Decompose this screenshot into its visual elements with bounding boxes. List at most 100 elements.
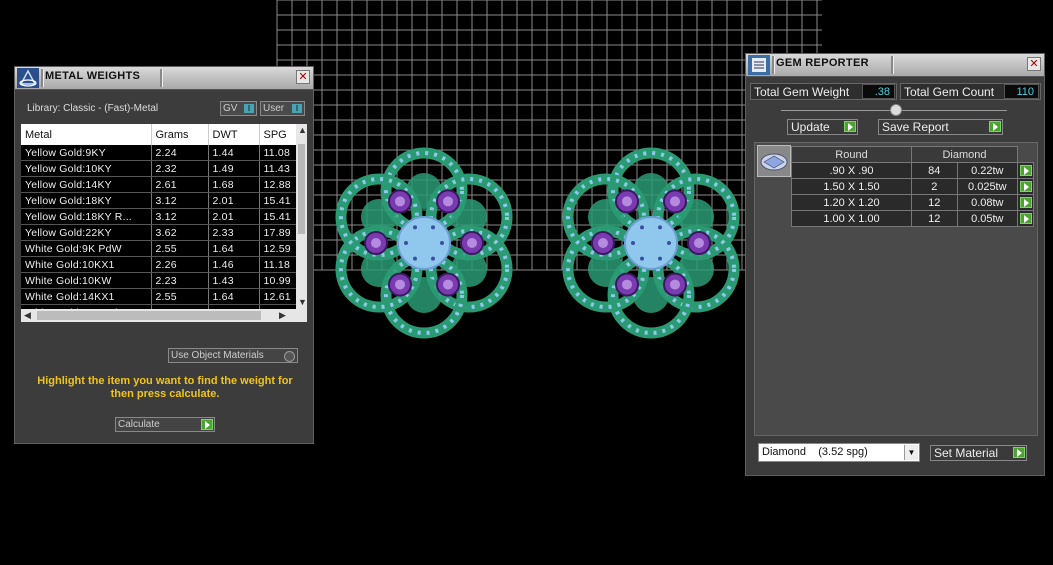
play-arrow-icon[interactable] bbox=[844, 121, 856, 132]
purple-gem-facet bbox=[443, 196, 453, 207]
gem-weight-cell: 0.025tw bbox=[956, 178, 1019, 195]
radio-icon[interactable] bbox=[284, 351, 295, 362]
title-separator bbox=[160, 69, 163, 87]
user-label: User bbox=[263, 103, 285, 114]
set-material-button[interactable]: Set Material bbox=[930, 445, 1027, 461]
gv-toggle[interactable]: GV I bbox=[220, 101, 257, 116]
gem-table-row[interactable]: 1.00 X 1.00 12 0.05tw bbox=[791, 210, 1034, 227]
gv-toggle-knob[interactable]: I bbox=[244, 104, 254, 113]
metal-table-header: Metal Grams DWT SPG bbox=[21, 124, 303, 145]
table-cell: 1.64 bbox=[208, 288, 260, 305]
scroll-up-icon[interactable]: ▲ bbox=[298, 125, 307, 135]
earring-right-model[interactable] bbox=[562, 147, 740, 339]
horizontal-scrollbar[interactable]: ◀ ▶ bbox=[21, 309, 307, 322]
table-cell: 1.49 bbox=[208, 160, 260, 177]
table-row[interactable]: Yellow Gold:18KY 3.12 2.01 15.41 bbox=[21, 192, 303, 209]
scroll-right-icon[interactable]: ▶ bbox=[279, 310, 286, 321]
table-cell: Yellow Gold:9KY bbox=[21, 145, 152, 161]
gem-count-cell: 12 bbox=[911, 194, 958, 211]
table-cell: 2.23 bbox=[151, 272, 209, 289]
table-cell: White Gold:10KW bbox=[21, 272, 152, 289]
table-cell: 2.26 bbox=[151, 256, 209, 273]
gem-reporter-titlebar[interactable]: GEM REPORTER ✕ bbox=[746, 54, 1044, 77]
gem-size-cell: .90 X .90 bbox=[791, 162, 912, 179]
play-arrow-icon[interactable] bbox=[1019, 212, 1032, 224]
scroll-down-icon[interactable]: ▼ bbox=[298, 297, 307, 307]
update-button[interactable]: Update bbox=[787, 119, 858, 135]
column-header-round: Round bbox=[791, 146, 912, 163]
center-prong bbox=[440, 241, 444, 245]
purple-gem-facet bbox=[598, 238, 608, 248]
earring-left-model[interactable] bbox=[335, 147, 513, 339]
calculate-button[interactable]: Calculate bbox=[115, 417, 215, 432]
table-cell: White Gold:9K PdW bbox=[21, 240, 152, 257]
center-prong bbox=[413, 256, 417, 261]
library-label: Library: Classic - (Fast)-Metal bbox=[27, 103, 159, 114]
scroll-thumb[interactable] bbox=[37, 311, 261, 320]
gem-table-row[interactable]: 1.50 X 1.50 2 0.025tw bbox=[791, 178, 1034, 195]
table-cell: 3.12 bbox=[151, 208, 209, 225]
gem-row-action[interactable] bbox=[1017, 162, 1034, 179]
column-header-dwt[interactable]: DWT bbox=[208, 124, 260, 145]
scroll-thumb[interactable] bbox=[298, 144, 305, 234]
total-gem-count-label: Total Gem Count bbox=[904, 85, 995, 99]
table-row[interactable]: Yellow Gold:10KY 2.32 1.49 11.43 bbox=[21, 160, 303, 177]
calculate-label: Calculate bbox=[118, 419, 160, 430]
set-material-label: Set Material bbox=[934, 446, 999, 460]
close-button[interactable]: ✕ bbox=[1027, 57, 1041, 71]
center-prong bbox=[404, 241, 408, 245]
gem-reporter-panel: GEM REPORTER ✕ Total Gem Weight .38 Tota… bbox=[745, 53, 1045, 476]
vertical-scrollbar[interactable]: ▲ ▼ bbox=[296, 124, 307, 309]
scroll-left-icon[interactable]: ◀ bbox=[24, 310, 31, 321]
save-report-button[interactable]: Save Report bbox=[878, 119, 1003, 135]
table-row[interactable]: White Gold:14KX1 2.55 1.64 12.61 bbox=[21, 288, 303, 305]
column-header-grams[interactable]: Grams bbox=[151, 124, 209, 145]
center-prong bbox=[431, 225, 435, 230]
table-cell: 1.68 bbox=[208, 176, 260, 193]
table-cell: 2.32 bbox=[151, 160, 209, 177]
save-report-label: Save Report bbox=[882, 120, 949, 134]
table-cell: White Gold:14KX1 bbox=[21, 288, 152, 305]
use-object-materials-toggle[interactable]: Use Object Materials bbox=[168, 348, 298, 363]
close-button[interactable]: ✕ bbox=[296, 70, 310, 84]
table-cell: 1.44 bbox=[208, 145, 260, 161]
material-dropdown[interactable]: Diamond (3.52 spg) ▼ bbox=[758, 443, 920, 462]
slider-handle-icon[interactable] bbox=[890, 104, 902, 116]
table-cell: 2.55 bbox=[151, 288, 209, 305]
play-arrow-icon[interactable] bbox=[1019, 180, 1032, 192]
center-prong bbox=[667, 241, 671, 245]
purple-gem-facet bbox=[670, 279, 680, 290]
gem-shape-icon[interactable] bbox=[757, 145, 791, 177]
gem-row-action[interactable] bbox=[1017, 178, 1034, 195]
table-row[interactable]: White Gold:10KW 2.23 1.43 10.99 bbox=[21, 272, 303, 289]
table-row[interactable]: White Gold:9K PdW 2.55 1.64 12.59 bbox=[21, 240, 303, 257]
play-arrow-icon[interactable] bbox=[1019, 196, 1032, 208]
table-row[interactable]: Yellow Gold:9KY 2.24 1.44 11.08 bbox=[21, 145, 303, 161]
column-header-diamond: Diamond bbox=[911, 146, 1018, 163]
material-selected-value: Diamond (3.52 spg) bbox=[762, 446, 868, 458]
column-header-metal[interactable]: Metal bbox=[21, 124, 152, 145]
play-arrow-icon[interactable] bbox=[1013, 447, 1025, 458]
purple-gem-facet bbox=[622, 196, 632, 207]
purple-gem-facet bbox=[467, 238, 477, 248]
table-row[interactable]: Yellow Gold:14KY 2.61 1.68 12.88 bbox=[21, 176, 303, 193]
table-cell: 3.62 bbox=[151, 224, 209, 241]
play-arrow-icon[interactable] bbox=[1019, 164, 1032, 176]
gem-count-cell: 84 bbox=[911, 162, 958, 179]
user-toggle-knob[interactable]: I bbox=[292, 104, 302, 113]
gem-row-action[interactable] bbox=[1017, 210, 1034, 227]
play-arrow-icon[interactable] bbox=[989, 121, 1001, 132]
gem-table-row[interactable]: 1.20 X 1.20 12 0.08tw bbox=[791, 194, 1034, 211]
user-toggle[interactable]: User I bbox=[260, 101, 305, 116]
metal-weights-titlebar[interactable]: METAL WEIGHTS ✕ bbox=[15, 67, 313, 90]
gem-table-row[interactable]: .90 X .90 84 0.22tw bbox=[791, 162, 1034, 179]
gem-count-cell: 2 bbox=[911, 178, 958, 195]
table-row[interactable]: Yellow Gold:18KY R... 3.12 2.01 15.41 bbox=[21, 208, 303, 225]
play-arrow-icon[interactable] bbox=[201, 419, 213, 430]
use-object-materials-label: Use Object Materials bbox=[171, 350, 264, 361]
table-row[interactable]: Yellow Gold:22KY 3.62 2.33 17.89 bbox=[21, 224, 303, 241]
gem-row-action[interactable] bbox=[1017, 194, 1034, 211]
chevron-down-icon[interactable]: ▼ bbox=[904, 445, 918, 460]
table-row[interactable]: White Gold:10KX1 2.26 1.46 11.18 bbox=[21, 256, 303, 273]
table-cell: 2.24 bbox=[151, 145, 209, 161]
